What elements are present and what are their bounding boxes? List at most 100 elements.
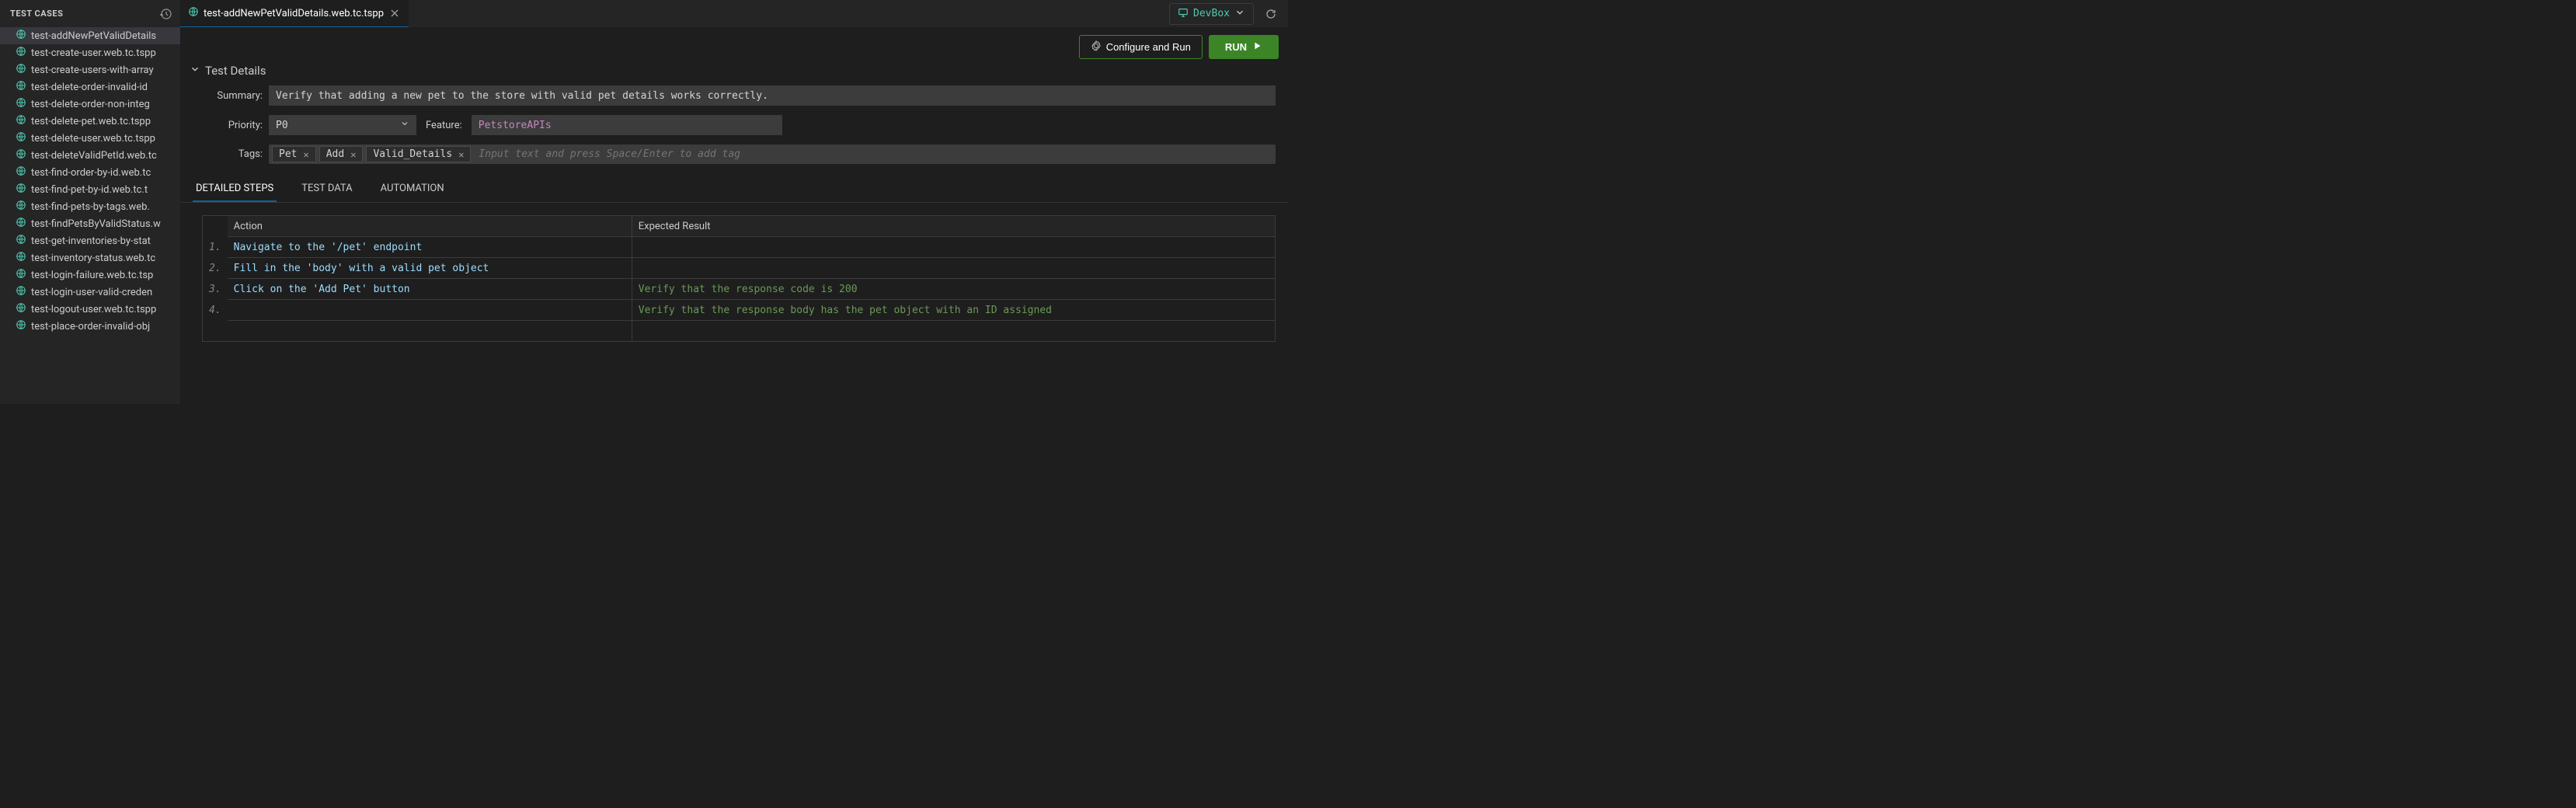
sidebar-item[interactable]: test-delete-order-non-integ: [0, 96, 180, 113]
sidebar-item[interactable]: test-deleteValidPetId.web.tc: [0, 147, 180, 164]
toolbar: Configure and Run RUN: [180, 27, 1288, 59]
tag-chip: Pet ✕: [272, 146, 316, 162]
environment-label: DevBox: [1193, 8, 1230, 19]
environment-select[interactable]: DevBox: [1169, 3, 1254, 25]
tag-text: Pet: [279, 148, 297, 160]
summary-label: Summary:: [193, 90, 263, 102]
priority-label: Priority:: [193, 120, 263, 131]
sidebar-item[interactable]: test-place-order-invalid-obj: [0, 318, 180, 335]
run-button[interactable]: RUN: [1209, 35, 1279, 59]
globe-icon: [16, 148, 26, 162]
sidebar-item[interactable]: test-findPetsByValidStatus.w: [0, 215, 180, 232]
expected-cell[interactable]: [632, 237, 1275, 258]
sidebar-item[interactable]: test-find-order-by-id.web.tc: [0, 164, 180, 181]
sidebar-item[interactable]: test-login-failure.web.tc.tsp: [0, 266, 180, 284]
run-label: RUN: [1225, 41, 1247, 53]
step-number: 2.: [203, 258, 228, 279]
expected-cell[interactable]: [632, 321, 1275, 342]
sidebar-item-label: test-delete-order-invalid-id: [31, 82, 148, 93]
globe-icon: [16, 251, 26, 265]
tag-text-input[interactable]: [474, 147, 1272, 162]
table-row: 4. Verify that the response body has the …: [203, 300, 1276, 321]
gear-play-icon: [1091, 40, 1102, 54]
sidebar: TEST CASES test-addNewPetValidDetailstes…: [0, 0, 180, 404]
tabbar: test-addNewPetValidDetails.web.tc.tspp D…: [180, 0, 1288, 27]
inner-tab[interactable]: DETAILED STEPS: [193, 176, 277, 202]
chevron-down-icon: [400, 119, 409, 131]
sidebar-item-label: test-login-failure.web.tc.tsp: [31, 270, 153, 281]
sidebar-item[interactable]: test-find-pet-by-id.web.tc.t: [0, 181, 180, 198]
close-icon[interactable]: [388, 7, 401, 19]
feature-input[interactable]: [472, 115, 782, 135]
sidebar-item[interactable]: test-delete-order-invalid-id: [0, 78, 180, 96]
expected-cell[interactable]: [632, 258, 1275, 279]
history-icon[interactable]: [160, 8, 172, 20]
sidebar-item-label: test-delete-pet.web.tc.tspp: [31, 116, 151, 127]
globe-icon: [16, 165, 26, 179]
sidebar-item-label: test-findPetsByValidStatus.w: [31, 218, 161, 230]
sidebar-item[interactable]: test-get-inventories-by-stat: [0, 232, 180, 249]
refresh-button[interactable]: [1260, 3, 1282, 25]
globe-icon: [16, 200, 26, 214]
inner-tab[interactable]: TEST DATA: [298, 176, 355, 202]
globe-icon: [16, 319, 26, 333]
sidebar-item[interactable]: test-logout-user.web.tc.tspp: [0, 301, 180, 318]
globe-icon: [16, 29, 26, 43]
sidebar-item-label: test-place-order-invalid-obj: [31, 321, 150, 333]
action-cell[interactable]: [228, 300, 632, 321]
tags-input[interactable]: Pet✕Add✕Valid_Details✕: [269, 145, 1276, 164]
summary-input[interactable]: [269, 85, 1276, 106]
sidebar-item[interactable]: test-create-user.web.tc.tspp: [0, 44, 180, 61]
globe-icon: [16, 234, 26, 248]
sidebar-item[interactable]: test-addNewPetValidDetails: [0, 27, 180, 44]
globe-icon: [16, 46, 26, 60]
expected-cell[interactable]: Verify that the response body has the pe…: [632, 300, 1275, 321]
priority-select[interactable]: P0: [269, 115, 416, 135]
sidebar-item-label: test-create-users-with-array: [31, 64, 154, 76]
step-number: [203, 321, 228, 342]
globe-icon: [188, 6, 199, 20]
editor-tab[interactable]: test-addNewPetValidDetails.web.tc.tspp: [180, 0, 409, 27]
table-row: 3.Click on the 'Add Pet' buttonVerify th…: [203, 279, 1276, 300]
monitor-icon: [1178, 7, 1189, 21]
priority-value: P0: [276, 120, 288, 131]
action-cell[interactable]: [228, 321, 632, 342]
inner-tab[interactable]: AUTOMATION: [378, 176, 447, 202]
sidebar-item-label: test-delete-order-non-integ: [31, 99, 150, 110]
action-header: Action: [228, 216, 632, 237]
tag-text: Valid_Details: [373, 148, 452, 160]
sidebar-header: TEST CASES: [0, 0, 180, 27]
sidebar-item[interactable]: test-find-pets-by-tags.web.: [0, 198, 180, 215]
section-header[interactable]: Test Details: [180, 59, 1288, 85]
tag-remove-icon[interactable]: ✕: [350, 149, 356, 160]
sidebar-item-label: test-find-pets-by-tags.web.: [31, 201, 150, 213]
sidebar-item-label: test-deleteValidPetId.web.tc: [31, 150, 157, 162]
feature-label: Feature:: [426, 120, 462, 131]
step-number: 4.: [203, 300, 228, 321]
tag-remove-icon[interactable]: ✕: [458, 149, 464, 160]
sidebar-item[interactable]: test-inventory-status.web.tc: [0, 249, 180, 266]
globe-icon: [16, 80, 26, 94]
globe-icon: [16, 114, 26, 128]
sidebar-item-label: test-find-pet-by-id.web.tc.t: [31, 184, 148, 196]
table-row: 1.Navigate to the '/pet' endpoint: [203, 237, 1276, 258]
action-cell[interactable]: Fill in the 'body' with a valid pet obje…: [228, 258, 632, 279]
globe-icon: [16, 97, 26, 111]
tag-remove-icon[interactable]: ✕: [303, 149, 308, 160]
configure-run-button[interactable]: Configure and Run: [1079, 35, 1203, 59]
test-details-form: Summary: Priority: P0 Feature: Tags: Pet…: [180, 85, 1288, 176]
sidebar-item[interactable]: test-login-user-valid-creden: [0, 284, 180, 301]
expected-cell[interactable]: Verify that the response code is 200: [632, 279, 1275, 300]
sidebar-item[interactable]: test-delete-user.web.tc.tspp: [0, 130, 180, 147]
table-row: [203, 321, 1276, 342]
tab-label: test-addNewPetValidDetails.web.tc.tspp: [204, 8, 384, 19]
tag-chip: Add✕: [319, 146, 364, 162]
globe-icon: [16, 217, 26, 231]
steps-table: Action Expected Result 1.Navigate to the…: [202, 215, 1276, 342]
inner-tabs: DETAILED STEPS TEST DATA AUTOMATION: [180, 176, 1288, 203]
action-cell[interactable]: Navigate to the '/pet' endpoint: [228, 237, 632, 258]
sidebar-item[interactable]: test-delete-pet.web.tc.tspp: [0, 113, 180, 130]
action-cell[interactable]: Click on the 'Add Pet' button: [228, 279, 632, 300]
chevron-down-icon: [190, 64, 200, 78]
sidebar-item[interactable]: test-create-users-with-array: [0, 61, 180, 78]
